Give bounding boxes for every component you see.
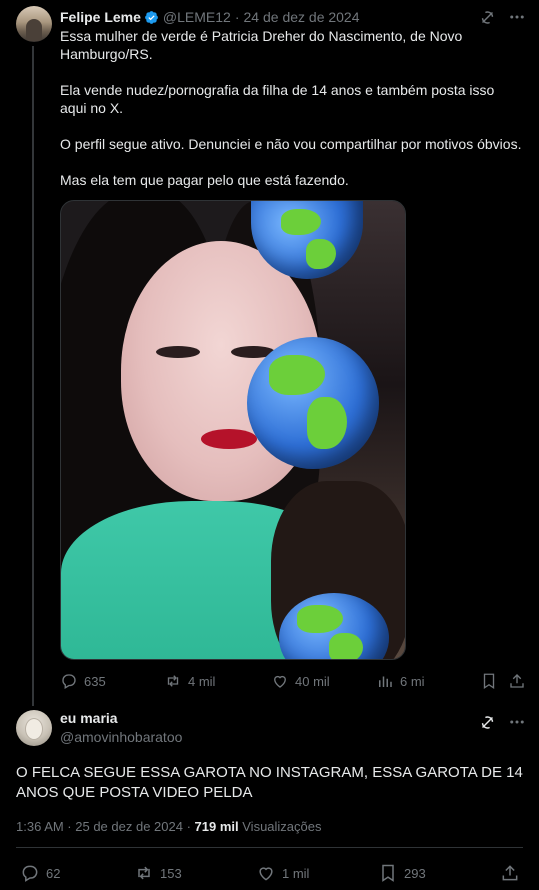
repost-count: 4 mil: [188, 673, 216, 689]
grok-icon[interactable]: [477, 712, 497, 732]
bookmark-icon: [483, 673, 495, 690]
like-icon: [259, 867, 273, 881]
tweet-text: O FELCA SEGUE ESSA GAROTA NO INSTAGRAM, …: [16, 764, 523, 801]
like-count: 40 mil: [295, 673, 330, 689]
reply-button[interactable]: 635: [60, 672, 164, 690]
author-handle[interactable]: @amovinhobaratoo: [60, 729, 182, 745]
tweet-date[interactable]: 24 de dez de 2024: [244, 9, 360, 25]
thread-connector-line: [32, 46, 34, 706]
repost-icon: [167, 675, 179, 687]
avatar[interactable]: [16, 710, 52, 746]
repost-button[interactable]: 4 mil: [164, 672, 271, 690]
like-button[interactable]: 1 mil: [256, 863, 378, 883]
repost-count: 153: [160, 865, 182, 881]
verified-badge-icon: [144, 10, 159, 25]
bookmark-button[interactable]: 293: [378, 863, 500, 883]
grok-icon[interactable]: [477, 7, 497, 27]
divider: [16, 847, 523, 848]
tweet-header-icons: [477, 712, 527, 732]
repost-button[interactable]: 153: [134, 863, 256, 883]
reply-icon: [62, 674, 76, 689]
views-icon: [379, 676, 392, 687]
share-icon: [502, 865, 518, 881]
tweet-paragraph: Ela vende nudez/pornografia da filha de …: [60, 82, 495, 116]
tweet-paragraph: Mas ela tem que pagar pelo que está faze…: [60, 172, 349, 188]
more-icon[interactable]: [507, 712, 527, 732]
tweet-actions: 62 153 1 mil 293: [20, 862, 526, 884]
like-count: 1 mil: [282, 865, 310, 881]
avatar[interactable]: [16, 6, 52, 42]
views-label: Visualizações: [242, 819, 322, 834]
tweet-header: Felipe Leme @LEME12 · 24 de dez de 2024: [60, 7, 527, 27]
views-count: 719 mil: [194, 819, 239, 834]
share-button[interactable]: [508, 672, 528, 690]
reply-count: 62: [46, 865, 61, 881]
like-icon: [274, 675, 286, 688]
more-icon[interactable]: [507, 7, 527, 27]
author-handle[interactable]: @LEME12: [163, 9, 231, 25]
views-button[interactable]: 6 mi: [376, 672, 480, 690]
tweet-meta: 1:36 AM · 25 de dez de 2024 · 719 mil Vi…: [16, 819, 322, 834]
bookmark-count: 293: [404, 865, 426, 881]
tweet-paragraph: O perfil segue ativo. Denunciei e não vo…: [60, 136, 522, 152]
tweet-photo[interactable]: [60, 200, 406, 660]
tweet-actions: 635 4 mil 40 mil 6 mi: [60, 670, 528, 692]
repost-icon: [138, 866, 150, 880]
separator-dot: ·: [234, 9, 240, 25]
views-count: 6 mi: [400, 673, 425, 689]
author-name[interactable]: eu maria: [60, 710, 118, 726]
bookmark-icon: [382, 864, 394, 882]
tweet-text: Essa mulher de verde é Patricia Dreher d…: [60, 27, 522, 189]
reply-icon: [22, 865, 38, 882]
reply-count: 635: [84, 673, 106, 689]
like-button[interactable]: 40 mil: [271, 672, 376, 690]
tweet-timestamp[interactable]: 1:36 AM · 25 de dez de 2024 ·: [16, 819, 191, 834]
share-button[interactable]: [500, 863, 520, 883]
bookmark-button[interactable]: [480, 672, 508, 690]
author-name[interactable]: Felipe Leme: [60, 9, 141, 25]
reply-button[interactable]: 62: [20, 863, 134, 883]
globe-sticker: [247, 337, 379, 469]
share-icon: [510, 674, 524, 688]
tweet-paragraph: Essa mulher de verde é Patricia Dreher d…: [60, 28, 463, 62]
